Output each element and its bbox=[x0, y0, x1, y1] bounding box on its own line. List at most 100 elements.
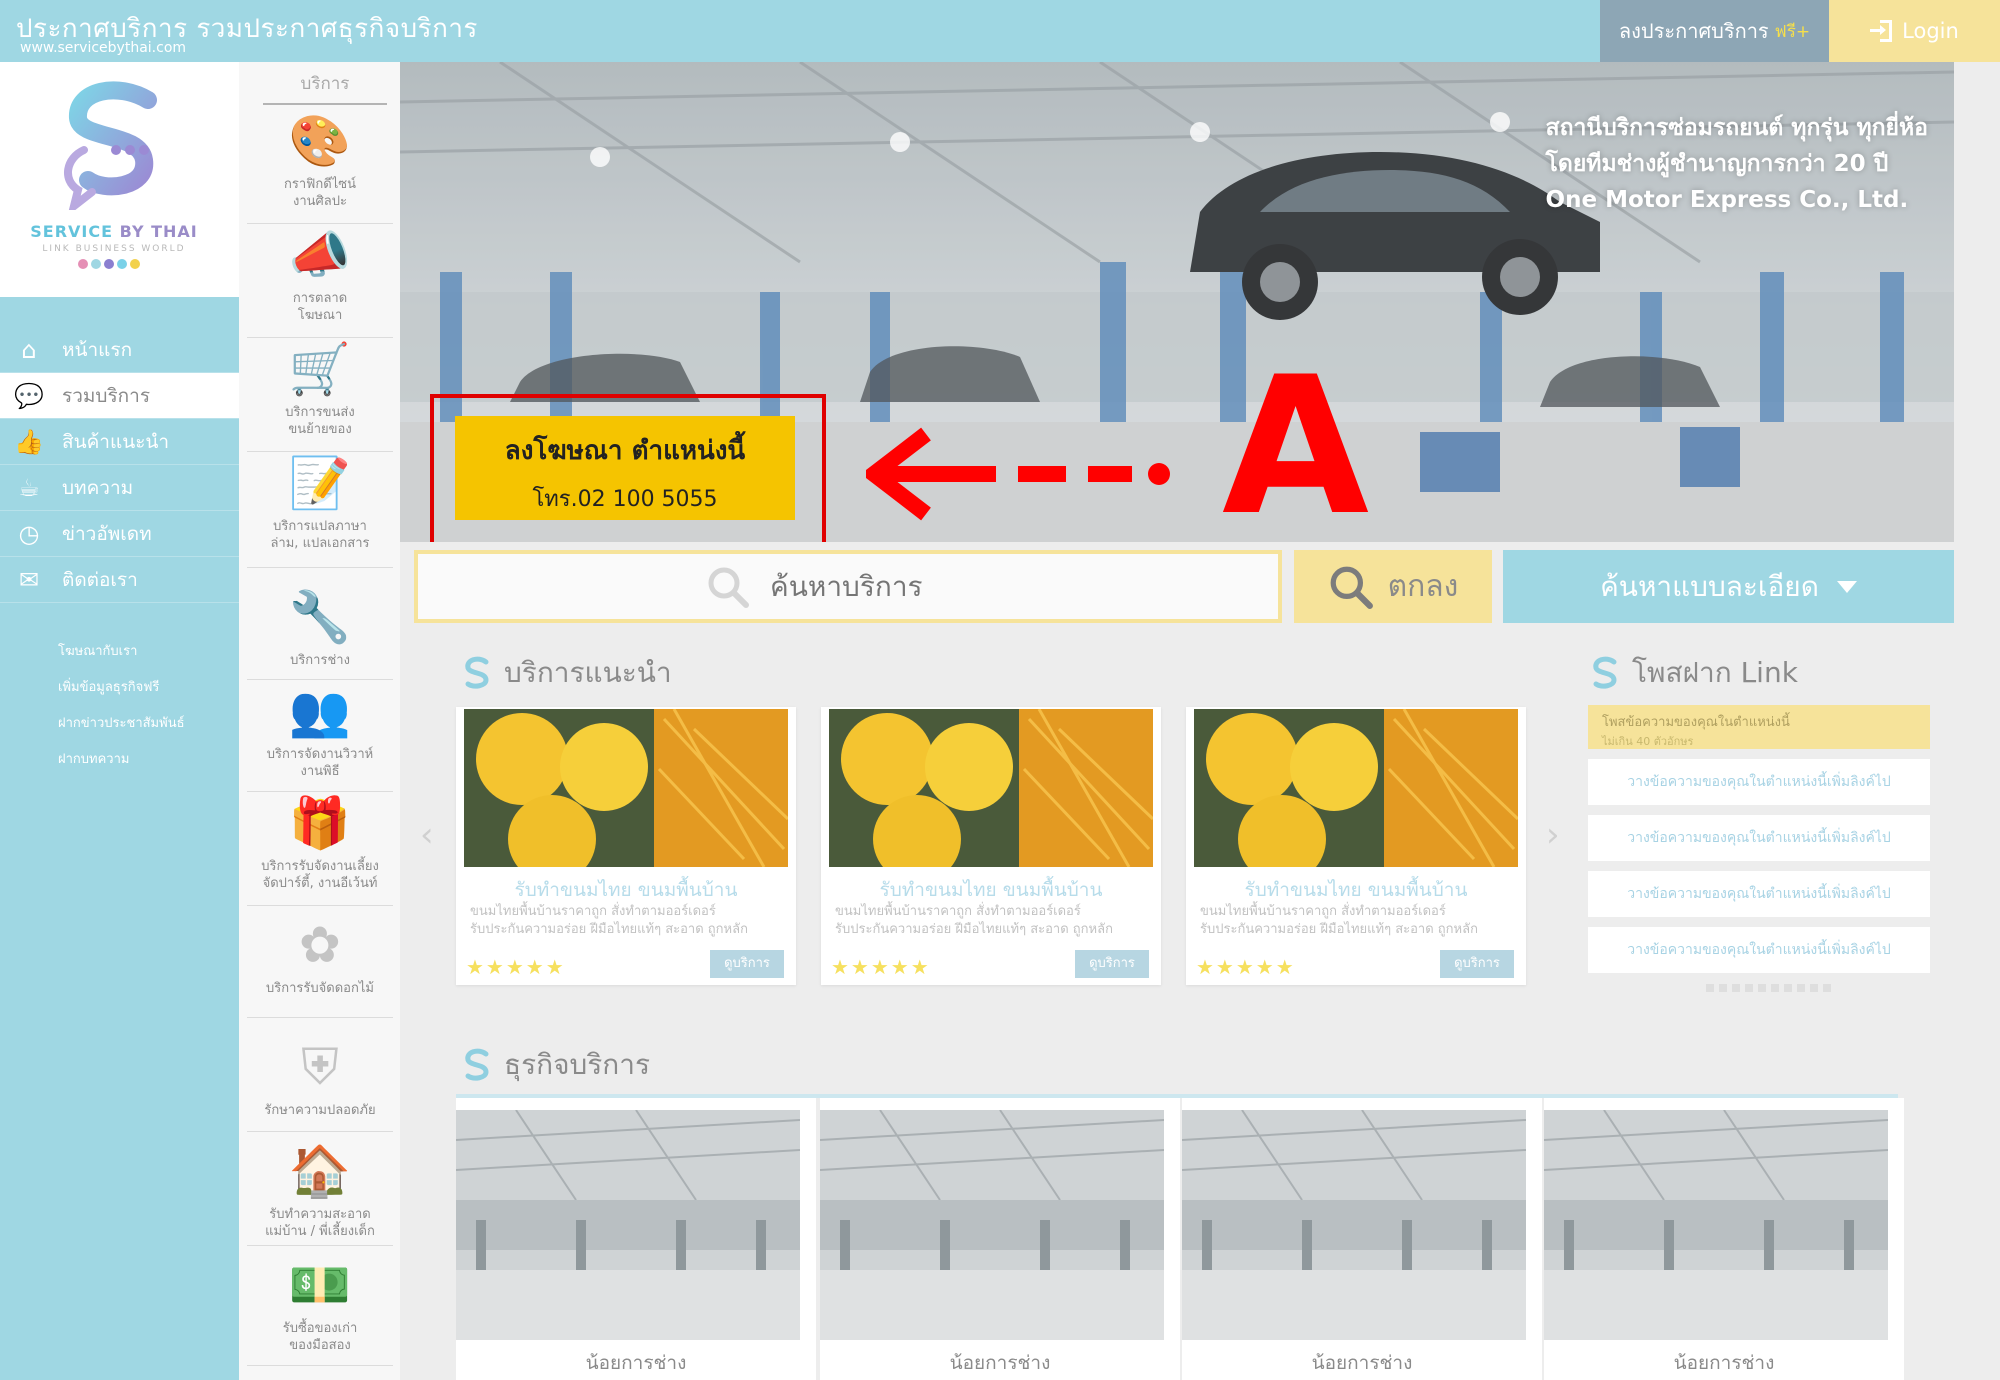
service-by-thai-logo-icon bbox=[64, 81, 157, 210]
card-description: ขนมไทยพื้นบ้านราคาถูก สั่งทำตามออร์เดอร์… bbox=[470, 904, 748, 937]
post-service-button[interactable]: ลงประกาศบริการ ฟรี+ bbox=[1600, 0, 1829, 62]
post-link-pager[interactable] bbox=[1706, 984, 1831, 992]
pager-dot[interactable] bbox=[1732, 984, 1740, 992]
garage-interior-photo bbox=[1544, 1110, 1888, 1340]
business-card[interactable]: น้อยการช่าง bbox=[1182, 1098, 1542, 1380]
post-link-highlight[interactable]: โพสข้อความของคุณในตำแหน่งนี้ ไม่เกิน 40 … bbox=[1588, 705, 1930, 749]
thumbs-up-icon: 👍 bbox=[14, 427, 44, 456]
sub-link-add-business[interactable]: เพิ่มข้อมูลธุรกิจฟรี bbox=[58, 676, 159, 697]
search-submit-button[interactable]: ตกลง bbox=[1294, 550, 1492, 623]
business-card-title[interactable]: น้อยการช่าง bbox=[1182, 1348, 1542, 1378]
recommended-section-title: บริการแนะนำ bbox=[460, 651, 672, 695]
pager-dot[interactable] bbox=[1758, 984, 1766, 992]
post-link-row[interactable]: วางข้อความของคุณในตำแหน่งนี้เพิ่มลิงค์ไป bbox=[1588, 871, 1930, 917]
megaphone-icon: 📣 bbox=[288, 226, 352, 284]
post-service-label: ลงประกาศบริการ bbox=[1618, 19, 1769, 43]
advanced-search-button[interactable]: ค้นหาแบบละเอียด bbox=[1503, 550, 1954, 623]
category-label: บริการรับจัดงานเลี้ยง จัดปาร์ตี้, งานอีเ… bbox=[261, 859, 379, 891]
side-nav: ⌂ หน้าแรก 💬 รวมบริการ 👍 สินค้าแนะนำ ☕ บท… bbox=[0, 297, 239, 1380]
red-arrow-marker-icon bbox=[866, 427, 1170, 521]
hero-banner[interactable]: สถานีบริการซ่อมรถยนต์ ทุกรุ่น ทุกยี่ห้อ … bbox=[400, 62, 1954, 542]
category-technician[interactable]: 🔧 บริการช่าง bbox=[247, 568, 393, 680]
business-card[interactable]: น้อยการช่าง bbox=[456, 1098, 816, 1380]
pager-dot[interactable] bbox=[1706, 984, 1714, 992]
login-button[interactable]: Login bbox=[1829, 0, 2000, 62]
advanced-search-label: ค้นหาแบบละเอียด bbox=[1600, 569, 1819, 603]
post-link-highlight-title: โพสข้อความของคุณในตำแหน่งนี้ bbox=[1602, 715, 1790, 730]
logo-dot bbox=[104, 259, 114, 269]
pager-dot[interactable] bbox=[1745, 984, 1753, 992]
business-card-title[interactable]: น้อยการช่าง bbox=[1544, 1348, 1904, 1378]
nav-item-products[interactable]: 👍 สินค้าแนะนำ bbox=[0, 419, 239, 465]
sub-link-press-release[interactable]: ฝากข่าวประชาสัมพันธ์ bbox=[58, 712, 185, 733]
pager-dot[interactable] bbox=[1810, 984, 1818, 992]
nav-item-label: บทความ bbox=[62, 476, 134, 499]
hero-caption-line: One Motor Express Co., Ltd. bbox=[1545, 187, 1909, 213]
rating-stars: ★★★★★ bbox=[1196, 955, 1296, 979]
service-card[interactable]: รับทำขนมไทย ขนมพื้นบ้าน ขนมไทยพื้นบ้านรา… bbox=[1186, 707, 1526, 985]
hero-caption: สถานีบริการซ่อมรถยนต์ ทุกรุ่น ทุกยี่ห้อ … bbox=[1546, 110, 1928, 218]
hero-caption-line: โดยทีมช่างผู้ชำนาญการกว่า 20 ปี bbox=[1545, 151, 1889, 177]
card-description: ขนมไทยพื้นบ้านราคาถูก สั่งทำตามออร์เดอร์… bbox=[835, 904, 1113, 937]
ad-slot-banner[interactable]: ลงโฆษณา ตำแหน่งนี้ โทร.02 100 5055 bbox=[455, 416, 795, 520]
section-title-text: โพสฝาก Link bbox=[1632, 656, 1798, 689]
business-card[interactable]: น้อยการช่าง bbox=[1544, 1098, 1904, 1380]
search-submit-label: ตกลง bbox=[1387, 569, 1459, 604]
logo-dot bbox=[91, 259, 101, 269]
business-card-title[interactable]: น้อยการช่าง bbox=[820, 1348, 1180, 1378]
section-title-text: บริการแนะนำ bbox=[504, 656, 672, 689]
category-label: รักษาความปลอดภัย bbox=[264, 1103, 376, 1118]
carousel-prev-icon[interactable]: ‹ bbox=[420, 815, 434, 855]
view-service-button[interactable]: ดูบริการ bbox=[1075, 950, 1149, 978]
post-link-row[interactable]: วางข้อความของคุณในตำแหน่งนี้เพิ่มลิงค์ไป bbox=[1588, 815, 1930, 861]
card-title[interactable]: รับทำขนมไทย ขนมพื้นบ้าน bbox=[821, 875, 1161, 905]
view-service-button[interactable]: ดูบริการ bbox=[1440, 950, 1514, 978]
pager-dot[interactable] bbox=[1771, 984, 1779, 992]
category-cleaning[interactable]: 🏠 รับทำความสะอาด แม่บ้าน / พี่เลี้ยงเด็ก bbox=[247, 1132, 393, 1246]
pager-dot[interactable] bbox=[1823, 984, 1831, 992]
logo-area[interactable]: SERVICE BY THAI LINK BUSINESS WORLD bbox=[0, 62, 239, 297]
category-second-hand[interactable]: 💵 รับซื้อของเก่า ของมือสอง bbox=[247, 1246, 393, 1366]
category-wedding[interactable]: 👥 บริการจัดงานวิวาห์ งานพิธี bbox=[247, 680, 393, 792]
category-flowers[interactable]: ✿ บริการรับจัดดอกไม้ bbox=[247, 906, 393, 1018]
nav-item-news[interactable]: ◷ ข่าวอัพเดท bbox=[0, 511, 239, 557]
nav-item-articles[interactable]: ☕ บทความ bbox=[0, 465, 239, 511]
sub-link-advertise[interactable]: โฆษณากับเรา bbox=[58, 640, 137, 661]
nav-item-label: ติดต่อเรา bbox=[62, 568, 138, 591]
category-security[interactable]: ⛨ รักษาความปลอดภัย bbox=[247, 1018, 393, 1132]
category-transport[interactable]: 🛒 บริการขนส่ง ขนย้ายของ bbox=[247, 338, 393, 452]
post-link-row[interactable]: วางข้อความของคุณในตำแหน่งนี้เพิ่มลิงค์ไป bbox=[1588, 759, 1930, 805]
pager-dot[interactable] bbox=[1797, 984, 1805, 992]
contact-icon: ✉ bbox=[18, 565, 40, 594]
nav-item-home[interactable]: ⌂ หน้าแรก bbox=[0, 327, 239, 373]
card-title[interactable]: รับทำขนมไทย ขนมพื้นบ้าน bbox=[456, 875, 796, 905]
nav-item-all-services[interactable]: 💬 รวมบริการ bbox=[0, 373, 239, 419]
category-party[interactable]: 🎁 บริการรับจัดงานเลี้ยง จัดปาร์ตี้, งานอ… bbox=[247, 792, 393, 906]
view-service-button[interactable]: ดูบริการ bbox=[710, 950, 784, 978]
service-card[interactable]: รับทำขนมไทย ขนมพื้นบ้าน ขนมไทยพื้นบ้านรา… bbox=[821, 707, 1161, 985]
category-marketing[interactable]: 📣 การตลาด โฆษณา bbox=[247, 224, 393, 338]
nav-item-label: สินค้าแนะนำ bbox=[62, 430, 170, 453]
pager-dot[interactable] bbox=[1784, 984, 1792, 992]
thai-dessert-photo bbox=[464, 709, 788, 867]
card-title[interactable]: รับทำขนมไทย ขนมพื้นบ้าน bbox=[1186, 875, 1526, 905]
thai-dessert-photo bbox=[829, 709, 1153, 867]
search-input[interactable] bbox=[770, 570, 990, 603]
nav-item-contact[interactable]: ✉ ติดต่อเรา bbox=[0, 557, 239, 603]
money-icon: 💵 bbox=[288, 1256, 352, 1314]
nav-item-label: รวมบริการ bbox=[62, 384, 151, 407]
site-url[interactable]: www.servicebythai.com bbox=[20, 40, 186, 56]
pager-dot[interactable] bbox=[1719, 984, 1727, 992]
sub-link-post-article[interactable]: ฝากบทความ bbox=[58, 748, 129, 769]
business-card[interactable]: น้อยการช่าง bbox=[820, 1098, 1180, 1380]
category-column: บริการ 🎨 กราฟิกดีไซน์ งานศิลปะ 📣 การตลาด… bbox=[239, 62, 400, 1380]
service-card[interactable]: รับทำขนมไทย ขนมพื้นบ้าน ขนมไทยพื้นบ้านรา… bbox=[456, 707, 796, 985]
category-graphic-design[interactable]: 🎨 กราฟิกดีไซน์ งานศิลปะ bbox=[247, 110, 393, 224]
search-icon bbox=[1330, 566, 1373, 609]
flower-icon: ✿ bbox=[299, 916, 341, 974]
business-card-title[interactable]: น้อยการช่าง bbox=[456, 1348, 816, 1378]
post-link-row[interactable]: วางข้อความของคุณในตำแหน่งนี้เพิ่มลิงค์ไป bbox=[1588, 927, 1930, 973]
category-translation[interactable]: 📝 บริการแปลภาษา ล่าม, แปลเอกสาร bbox=[247, 452, 393, 568]
section-logo-icon bbox=[465, 656, 489, 689]
carousel-next-icon[interactable]: › bbox=[1546, 815, 1560, 855]
